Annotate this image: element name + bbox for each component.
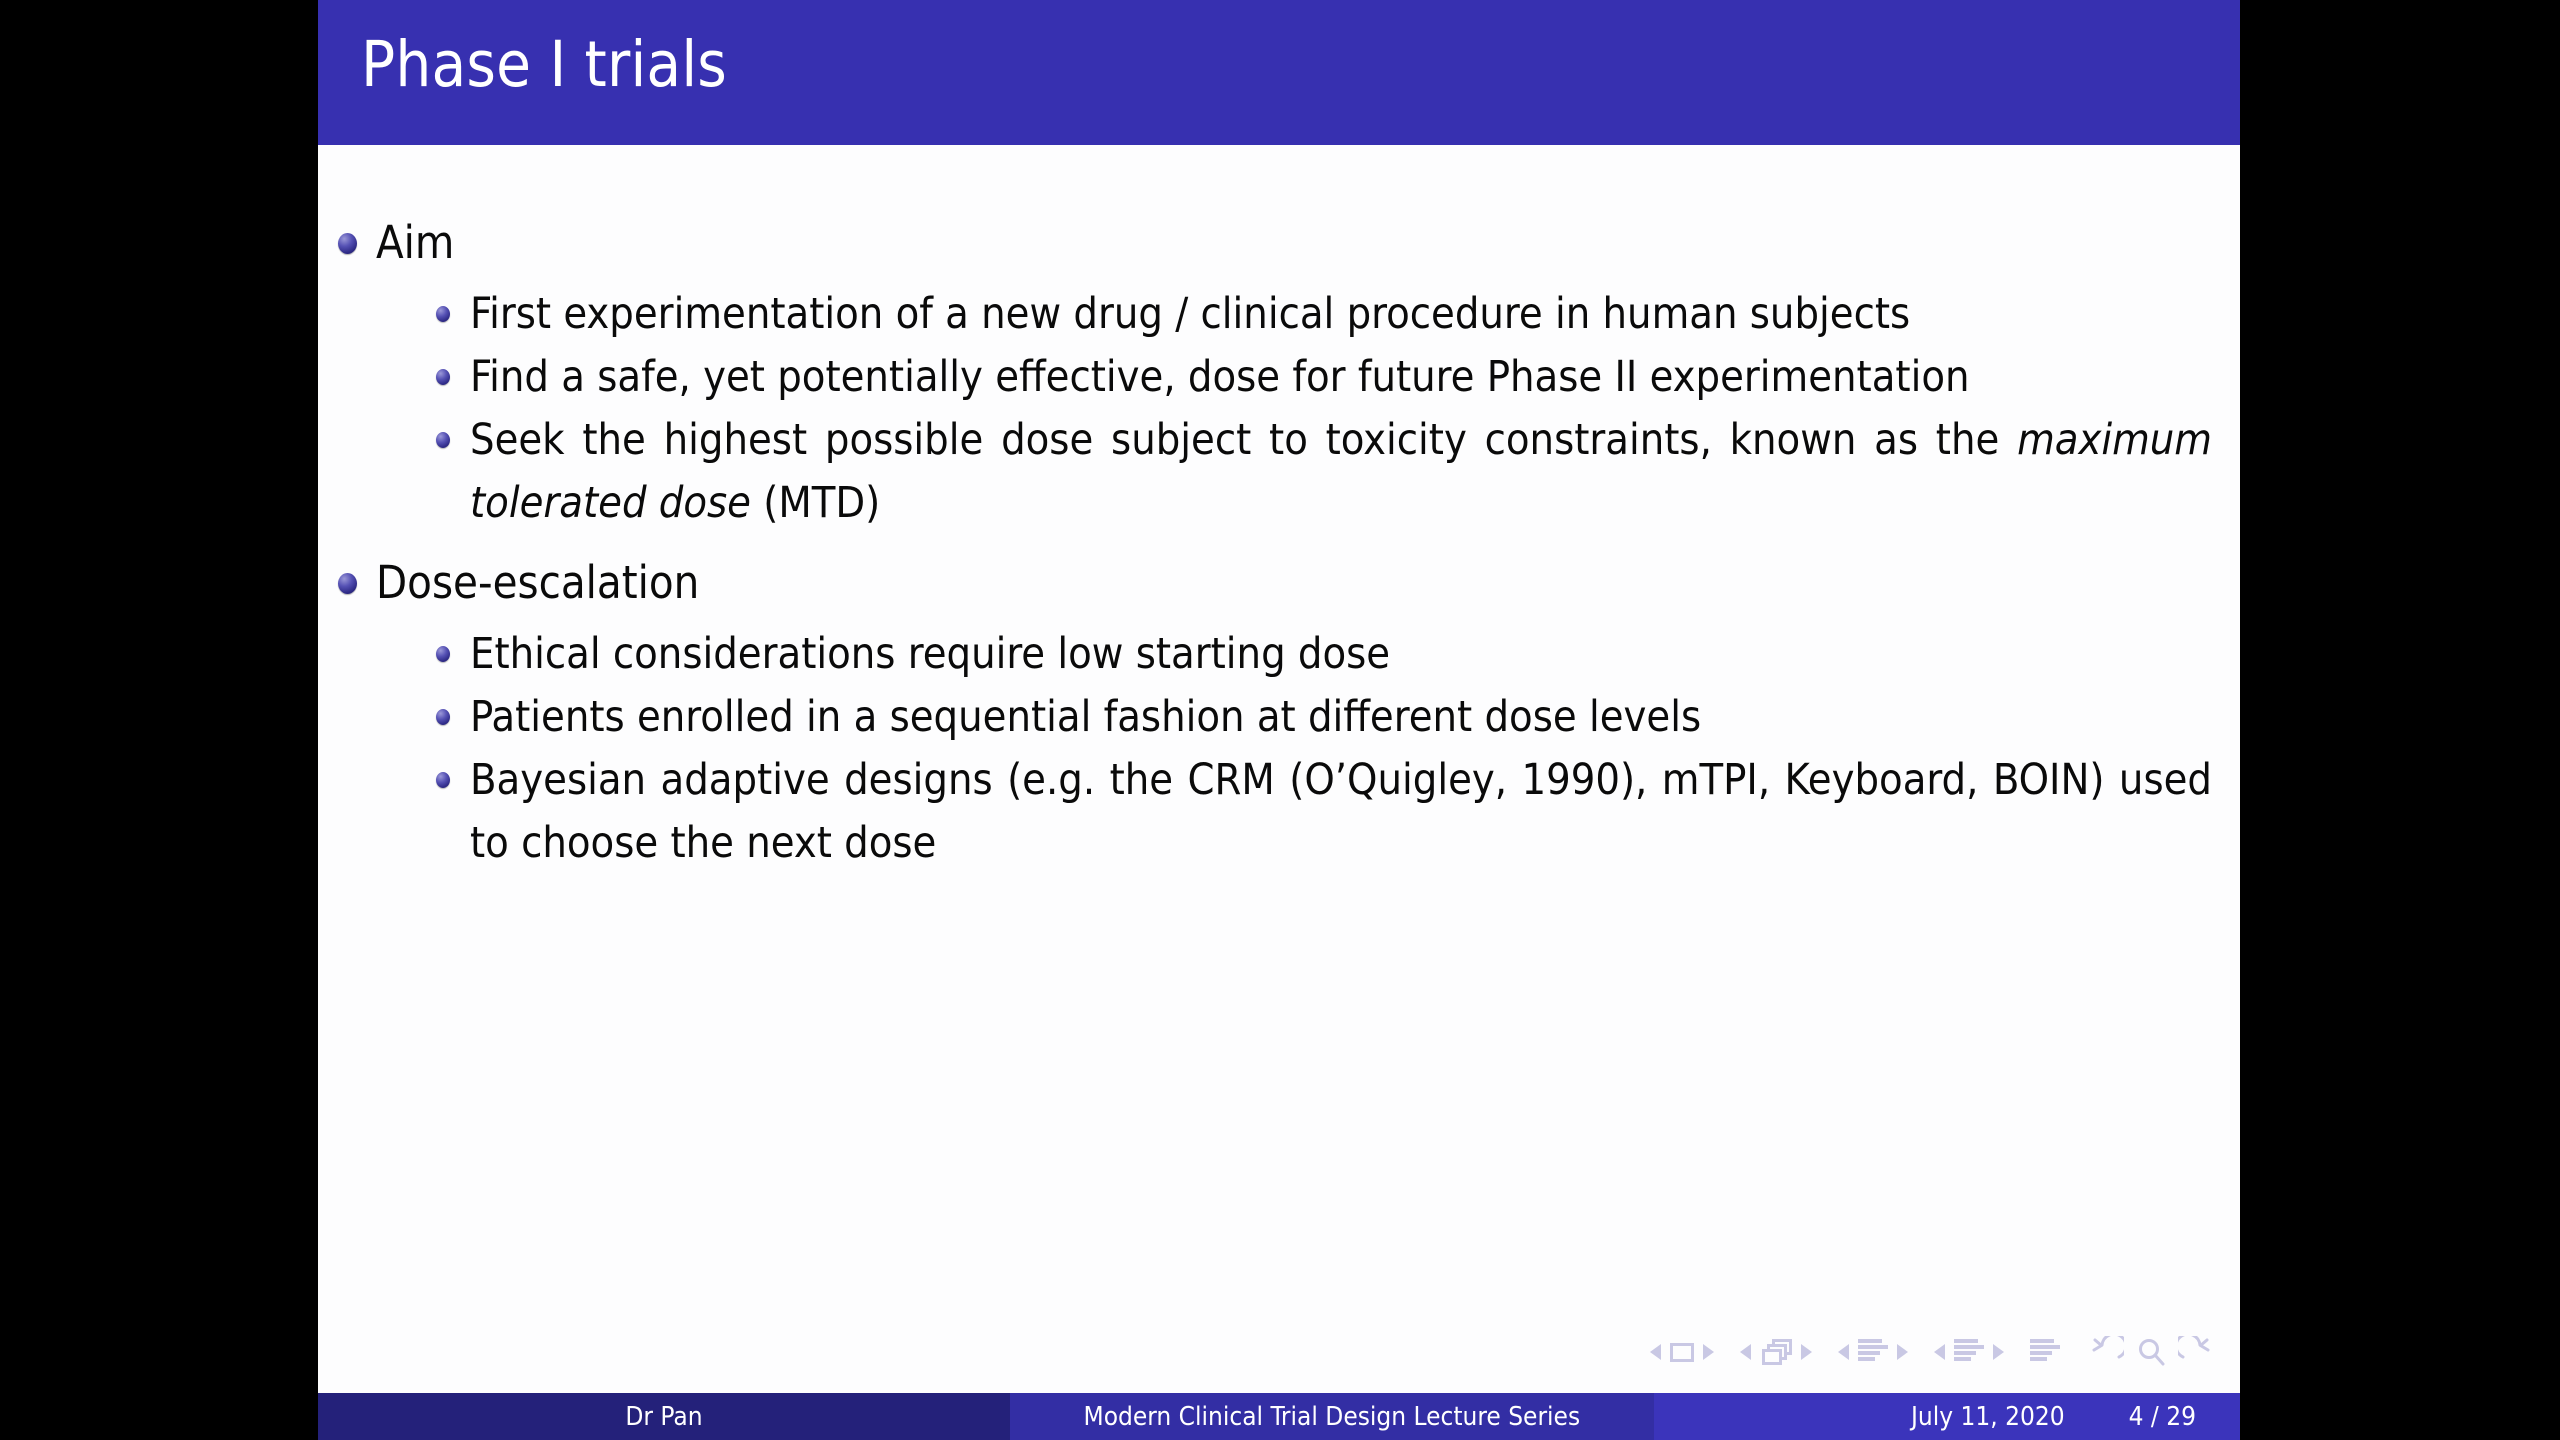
nav-group-slide	[1740, 1339, 1812, 1365]
list-item: Patients enrolled in a sequential fashio…	[318, 686, 2240, 749]
outline-level2-list: First experimentation of a new drug / cl…	[318, 283, 2240, 535]
bullet-level2-icon	[436, 432, 450, 448]
outline-level2-list: Ethical considerations require low start…	[318, 623, 2240, 875]
outline-item-aim: Aim First experimentation of a new drug …	[318, 217, 2240, 535]
outline-subitem-row: First experimentation of a new drug / cl…	[318, 283, 2240, 346]
bullet-level2-icon	[436, 646, 450, 662]
subsection-lines-icon[interactable]	[1858, 1339, 1888, 1365]
prev-subsection-arrow-icon[interactable]	[1838, 1344, 1849, 1360]
bullet-level2-icon	[436, 369, 450, 385]
outline-item-dose-escalation: Dose-escalation Ethical considerations r…	[318, 557, 2240, 875]
footer-author-cell: Dr Pan	[318, 1393, 1010, 1440]
document-lines-icon[interactable]	[2030, 1339, 2060, 1365]
screen: Phase I trials Aim First experimentation…	[0, 0, 2560, 1440]
footer-date-page-cell: July 11, 2020 4 / 29	[1653, 1393, 2240, 1440]
nav-group-history	[2090, 1336, 2212, 1368]
outline-subitem-row: Patients enrolled in a sequential fashio…	[318, 686, 2240, 749]
slide-title-bar: Phase I trials	[318, 0, 2240, 145]
list-item: Ethical considerations require low start…	[318, 623, 2240, 686]
footer-author: Dr Pan	[625, 1401, 703, 1432]
prev-frame-arrow-icon[interactable]	[1650, 1344, 1661, 1360]
bullet-level2-icon	[436, 772, 450, 788]
next-section-arrow-icon[interactable]	[1993, 1344, 2004, 1360]
bullet-level2-icon	[436, 709, 450, 725]
outline-subitem-text: Seek the highest possible dose subject t…	[470, 415, 2018, 465]
outline-subitem-text: Patients enrolled in a sequential fashio…	[470, 692, 1702, 742]
bullet-level2-icon	[436, 306, 450, 322]
nav-group-frame	[1650, 1342, 1714, 1362]
footer-page-number: 4 / 29	[2128, 1401, 2196, 1432]
list-item: Bayesian adaptive designs (e.g. the CRM …	[318, 749, 2240, 875]
slide-stack-icon[interactable]	[1760, 1339, 1792, 1365]
bullet-level1-icon	[338, 573, 357, 594]
outline-item-label: Dose-escalation	[376, 556, 700, 609]
outline-level1-list: Aim First experimentation of a new drug …	[318, 217, 2240, 875]
slide-title: Phase I trials	[361, 28, 728, 101]
frame-square-icon[interactable]	[1670, 1342, 1694, 1362]
list-item: Find a safe, yet potentially effective, …	[318, 346, 2240, 409]
prev-section-arrow-icon[interactable]	[1934, 1344, 1945, 1360]
outline-subitem-text-tail: (MTD)	[751, 478, 881, 528]
outline-subitem-row: Bayesian adaptive designs (e.g. the CRM …	[318, 749, 2240, 875]
nav-group-section	[1934, 1339, 2004, 1365]
outline-subitem-row: Seek the highest possible dose subject t…	[318, 409, 2240, 535]
outline-subitem-text: Ethical considerations require low start…	[470, 629, 1391, 679]
slide-body: Aim First experimentation of a new drug …	[318, 145, 2240, 1340]
outline-subitem-text: Find a safe, yet potentially effective, …	[470, 352, 1970, 402]
beamer-navigation-bar	[318, 1336, 2240, 1380]
next-subsection-arrow-icon[interactable]	[1897, 1344, 1908, 1360]
bullet-level1-icon	[338, 233, 357, 254]
outline-subitem-text: First experimentation of a new drug / cl…	[470, 289, 1911, 339]
next-slide-arrow-icon[interactable]	[1801, 1344, 1812, 1360]
footer-institute: Modern Clinical Trial Design Lecture Ser…	[1083, 1401, 1581, 1432]
outline-item-row: Dose-escalation	[318, 557, 2240, 609]
forward-arrow-icon[interactable]	[2178, 1336, 2212, 1368]
section-lines-icon[interactable]	[1954, 1339, 1984, 1365]
list-item: Seek the highest possible dose subject t…	[318, 409, 2240, 535]
prev-slide-arrow-icon[interactable]	[1740, 1344, 1751, 1360]
slide-footer: Dr Pan Modern Clinical Trial Design Lect…	[318, 1393, 2240, 1440]
outline-item-label: Aim	[376, 216, 455, 269]
outline-subitem-row: Ethical considerations require low start…	[318, 623, 2240, 686]
outline-item-row: Aim	[318, 217, 2240, 269]
nav-group-document	[2030, 1339, 2060, 1365]
next-frame-arrow-icon[interactable]	[1703, 1344, 1714, 1360]
footer-institute-cell: Modern Clinical Trial Design Lecture Ser…	[1009, 1393, 1654, 1440]
outline-subitem-text: Bayesian adaptive designs (e.g. the CRM …	[470, 755, 2212, 868]
outline-subitem-row: Find a safe, yet potentially effective, …	[318, 346, 2240, 409]
back-arrow-icon[interactable]	[2090, 1336, 2124, 1368]
list-item: First experimentation of a new drug / cl…	[318, 283, 2240, 346]
search-icon[interactable]	[2136, 1336, 2166, 1368]
slide-canvas: Phase I trials Aim First experimentation…	[318, 0, 2240, 1440]
nav-group-subsection	[1838, 1339, 1908, 1365]
footer-date: July 11, 2020	[1911, 1401, 2065, 1432]
